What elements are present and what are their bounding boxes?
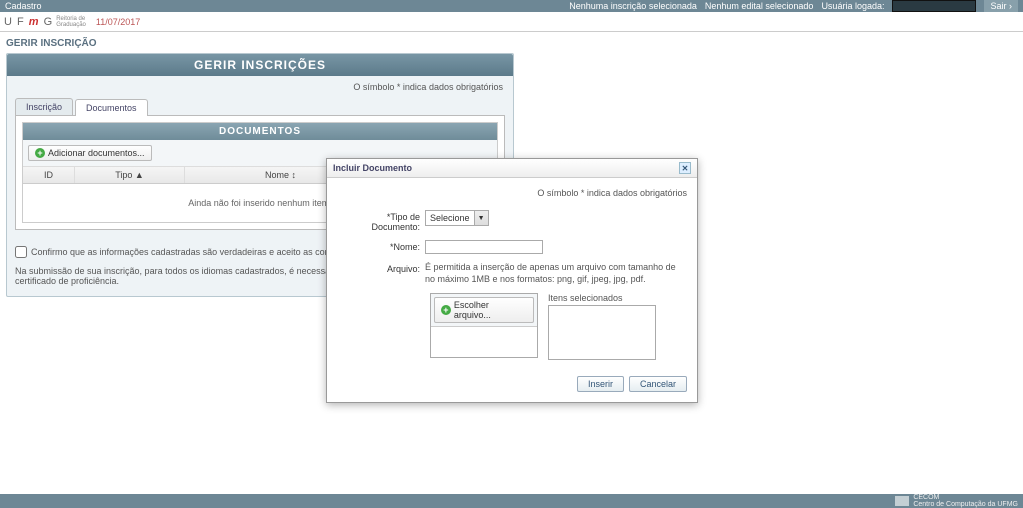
footer: CECOM Centro de Computação da UFMG xyxy=(0,494,1023,508)
menu-cadastro[interactable]: Cadastro xyxy=(5,1,42,11)
tipo-select[interactable]: Selecione ▼ xyxy=(425,210,489,226)
documents-header: DOCUMENTOS xyxy=(23,123,497,140)
footer-brand: CECOM xyxy=(913,494,1018,501)
chevron-down-icon: ▼ xyxy=(474,211,488,225)
logo: U F m G Reitoria de Graduação xyxy=(4,16,86,28)
panel-header: GERIR INSCRIÇÕES xyxy=(7,54,513,76)
nome-input[interactable] xyxy=(425,240,543,254)
header-bar: U F m G Reitoria de Graduação 11/07/2017 xyxy=(0,12,1023,32)
modal-title: Incluir Documento xyxy=(333,163,412,173)
arquivo-label: Arquivo: xyxy=(337,262,425,274)
no-inscricao-label: Nenhuma inscrição selecionada xyxy=(569,1,697,11)
confirm-checkbox[interactable] xyxy=(15,246,27,258)
sair-button[interactable]: Sair › xyxy=(984,0,1018,12)
modal-incluir-documento: Incluir Documento ✕ O símbolo * indica d… xyxy=(326,158,698,403)
footer-sub: Centro de Computação da UFMG xyxy=(913,501,1018,508)
add-documents-button[interactable]: + Adicionar documentos... xyxy=(28,145,152,161)
modal-required-hint: O símbolo * indica dados obrigatórios xyxy=(337,188,687,198)
top-nav: Cadastro Nenhuma inscrição selecionada N… xyxy=(0,0,1023,12)
modal-title-bar: Incluir Documento ✕ xyxy=(327,159,697,178)
tabs: Inscrição Documentos xyxy=(15,98,505,116)
usuario-field xyxy=(892,0,976,12)
selected-items-label: Itens selecionados xyxy=(548,293,656,303)
footer-logo-icon xyxy=(895,496,909,506)
col-id[interactable]: ID xyxy=(23,167,75,183)
tab-inscricao[interactable]: Inscrição xyxy=(15,98,73,115)
no-edital-label: Nenhum edital selecionado xyxy=(705,1,814,11)
required-hint: O símbolo * indica dados obrigatórios xyxy=(7,76,513,98)
usuario-label: Usuária logada: xyxy=(821,1,884,11)
tipo-label: *Tipo de Documento: xyxy=(337,210,425,232)
cancelar-button[interactable]: Cancelar xyxy=(629,376,687,392)
page-title: GERIR INSCRIÇÃO xyxy=(0,32,1023,53)
arquivo-hint: É permitida a inserção de apenas um arqu… xyxy=(425,262,687,285)
tab-documentos[interactable]: Documentos xyxy=(75,99,148,116)
inserir-button[interactable]: Inserir xyxy=(577,376,624,392)
date-text: 11/07/2017 xyxy=(96,17,140,27)
nome-label: *Nome: xyxy=(337,240,425,252)
choose-file-button[interactable]: + Escolher arquivo... xyxy=(434,297,534,323)
close-icon[interactable]: ✕ xyxy=(679,162,691,174)
selected-items-box xyxy=(548,305,656,360)
plus-icon: + xyxy=(35,148,45,158)
file-upload-box: + Escolher arquivo... xyxy=(430,293,538,358)
col-tipo[interactable]: Tipo ▲ xyxy=(75,167,185,183)
plus-icon: + xyxy=(441,305,451,315)
